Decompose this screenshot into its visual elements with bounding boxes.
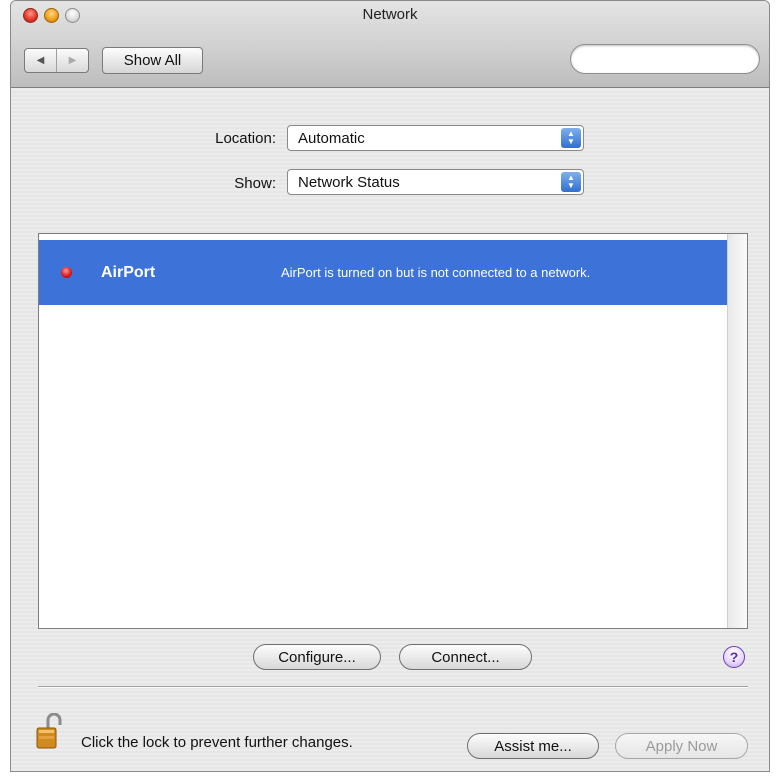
show-value: Network Status <box>298 173 400 191</box>
titlebar: Network ◀ ▶ Show All <box>11 1 769 88</box>
show-all-button[interactable]: Show All <box>102 47 203 74</box>
network-preferences-window: Network ◀ ▶ Show All Location: Automatic… <box>10 0 770 772</box>
connect-button[interactable]: Connect... <box>399 644 532 670</box>
configure-button[interactable]: Configure... <box>253 644 381 670</box>
forward-button[interactable]: ▶ <box>56 49 88 72</box>
location-value: Automatic <box>298 129 365 147</box>
service-row-airport[interactable]: AirPort AirPort is turned on but is not … <box>39 240 727 305</box>
network-services-list[interactable]: AirPort AirPort is turned on but is not … <box>38 233 748 629</box>
show-label: Show: <box>234 175 276 192</box>
lock-open-icon[interactable] <box>36 713 62 749</box>
popup-arrows-icon: ▲ ▼ <box>561 172 581 192</box>
show-popup[interactable]: Network Status ▲ ▼ <box>287 169 584 195</box>
apply-now-button[interactable]: Apply Now <box>615 733 748 759</box>
window-title: Network <box>362 6 418 23</box>
service-status-text: AirPort is turned on but is not connecte… <box>281 265 591 280</box>
back-forward-control: ◀ ▶ <box>24 48 89 73</box>
popup-arrows-icon: ▲ ▼ <box>561 128 581 148</box>
service-name: AirPort <box>101 264 156 281</box>
forward-arrow-icon: ▶ <box>68 55 77 66</box>
back-arrow-icon: ◀ <box>36 55 45 66</box>
location-label: Location: <box>215 130 276 147</box>
status-red-icon <box>61 267 72 278</box>
list-scrollbar[interactable] <box>727 234 747 628</box>
search-field[interactable] <box>570 44 761 74</box>
preferences-pane: Location: Automatic ▲ ▼ Show: Network Sta… <box>11 89 769 771</box>
search-input[interactable] <box>585 49 761 69</box>
location-popup[interactable]: Automatic ▲ ▼ <box>287 125 584 151</box>
back-button[interactable]: ◀ <box>25 49 56 72</box>
help-icon[interactable]: ? <box>723 646 745 668</box>
assist-me-button[interactable]: Assist me... <box>467 733 599 759</box>
divider <box>38 686 748 688</box>
lock-message: Click the lock to prevent further change… <box>81 734 353 751</box>
